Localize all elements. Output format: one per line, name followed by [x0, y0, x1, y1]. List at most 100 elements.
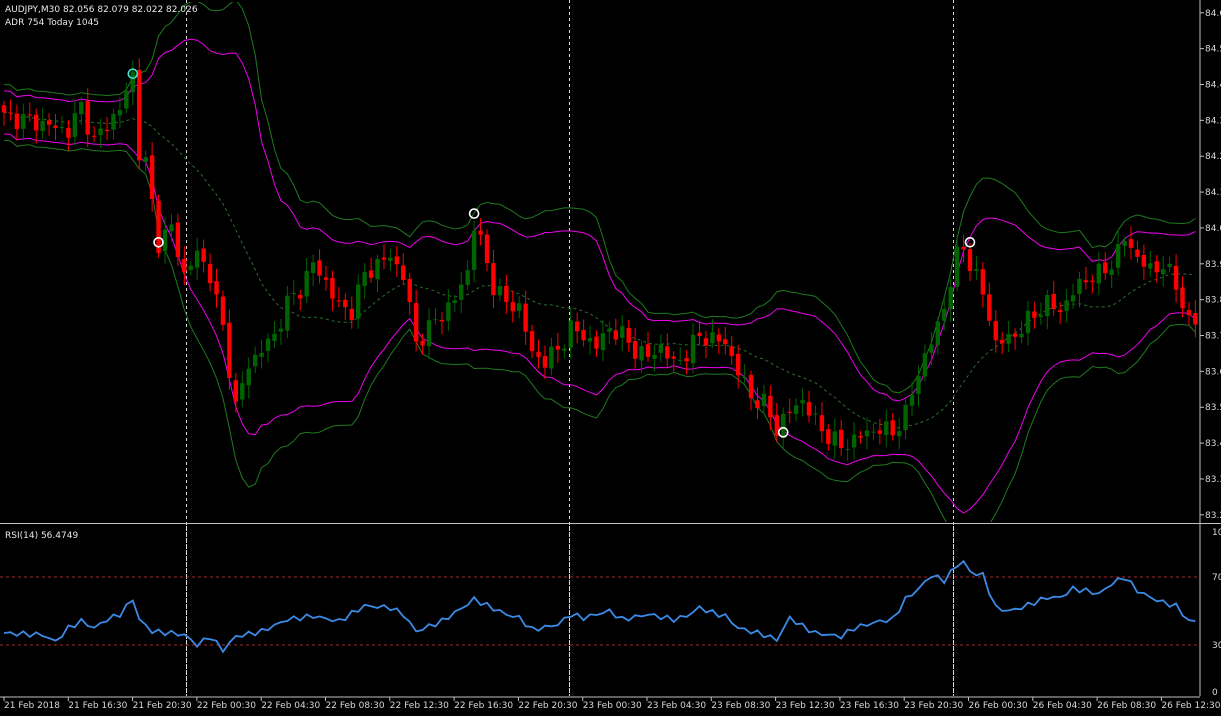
candle-body	[259, 352, 264, 357]
symbol-quote-label: AUDJPY,M30 82.056 82.079 82.022 82.026	[5, 5, 198, 15]
price-tick-label: 83.5	[1205, 403, 1221, 413]
candle-body	[961, 246, 966, 250]
candle-body	[272, 333, 277, 341]
candle-body	[362, 272, 367, 287]
candle-body	[14, 113, 20, 130]
price-tick-label: 83.3	[1205, 475, 1221, 485]
candle-body	[201, 248, 206, 262]
candle-body	[484, 234, 490, 264]
time-tick-label: 23 Feb 20:30	[904, 701, 963, 711]
candle-body	[1173, 265, 1179, 290]
candle-body	[768, 395, 773, 418]
candle-body	[935, 321, 940, 346]
candle-body	[600, 333, 606, 351]
time-tick-label: 26 Feb 00:30	[969, 701, 1028, 711]
candle-body	[909, 394, 915, 406]
candle-body	[652, 354, 657, 359]
candle-body	[130, 71, 135, 93]
candle-body	[1038, 315, 1044, 317]
candle-body	[845, 449, 850, 451]
candle-body	[967, 249, 973, 272]
candle-body	[1006, 334, 1011, 344]
candle-body	[66, 127, 71, 138]
candle-body	[175, 222, 181, 258]
candle-body	[188, 265, 193, 270]
candle-body	[1115, 244, 1121, 268]
price-chart[interactable]: 84.6 84.5 84.4 84.3 84.2 84.1 84.0 83.9 83.8 83.7…	[0, 0, 1221, 716]
rsi-tick-label: 70	[1212, 573, 1221, 583]
candle-body	[839, 429, 844, 449]
price-tick-label: 84.0	[1205, 224, 1221, 234]
candle-body	[697, 332, 702, 337]
price-tick-label: 83.8	[1205, 296, 1221, 306]
candle-body	[1032, 311, 1037, 318]
candle-body	[568, 320, 573, 348]
candle-body	[394, 256, 400, 265]
rsi-tick-label: 0	[1212, 688, 1218, 698]
candle-body	[143, 157, 148, 163]
candle-body	[710, 332, 715, 344]
candle-body	[942, 308, 947, 321]
time-tick-label: 26 Feb 08:30	[1097, 701, 1156, 711]
candle-body	[1161, 269, 1166, 275]
candle-body	[1090, 280, 1095, 282]
candle-body	[529, 331, 535, 352]
candle-body	[574, 321, 580, 332]
candle-body	[304, 271, 309, 297]
candle-body	[336, 300, 342, 302]
candle[interactable]	[156, 194, 161, 258]
candle-body	[632, 341, 638, 359]
price-tick-label: 83.6	[1205, 367, 1221, 377]
candle-body	[948, 287, 953, 310]
candle-body	[1083, 280, 1089, 283]
candle-body	[21, 114, 26, 129]
candle-body	[375, 258, 380, 280]
price-tick-label: 84.6	[1205, 9, 1221, 19]
candle-body	[1096, 263, 1101, 284]
candle-body	[542, 356, 548, 368]
candle-body	[182, 258, 187, 272]
candle-body	[690, 334, 696, 364]
candle-body	[793, 405, 799, 414]
candle-body	[214, 281, 219, 295]
candle-body	[34, 114, 39, 131]
candle-body	[330, 278, 335, 299]
candle-body	[858, 436, 863, 438]
candle-body	[1148, 263, 1153, 269]
chart-background	[0, 0, 1221, 716]
price-tick-label: 83.4	[1205, 439, 1221, 449]
candle-body	[471, 230, 477, 270]
candle-body	[1135, 249, 1140, 257]
candle-body	[1025, 310, 1031, 334]
candle-body	[195, 250, 200, 268]
candle-body	[220, 296, 226, 325]
time-tick-label: 21 Feb 16:30	[68, 701, 127, 711]
candle-body	[1012, 333, 1018, 337]
time-tick-label: 23 Feb 00:30	[583, 701, 642, 711]
candle-body	[111, 113, 116, 130]
candle-body	[1167, 263, 1172, 268]
time-tick-label: 23 Feb 04:30	[647, 701, 706, 711]
candle-body	[761, 393, 767, 407]
candle-body	[1019, 333, 1024, 338]
candle-body	[156, 200, 161, 253]
candle-body	[317, 260, 322, 276]
candle-body	[1077, 278, 1082, 294]
candle-body	[1057, 310, 1063, 313]
candle-body	[851, 434, 857, 448]
candle-body	[91, 135, 97, 137]
candle-body	[665, 346, 670, 359]
candle-body	[871, 431, 876, 433]
candle-body	[922, 353, 928, 377]
time-tick-label: 22 Feb 08:30	[326, 701, 385, 711]
candle-body	[149, 155, 155, 199]
candle-body	[452, 300, 457, 303]
candle-body	[368, 270, 374, 278]
candle-body	[207, 263, 213, 284]
candle-body	[1045, 295, 1050, 317]
candle-body	[658, 344, 664, 353]
candle-body	[137, 69, 142, 161]
price-tick-label: 84.5	[1205, 45, 1221, 55]
time-tick-label: 26 Feb 04:30	[1033, 701, 1092, 711]
candle-body	[169, 224, 174, 232]
